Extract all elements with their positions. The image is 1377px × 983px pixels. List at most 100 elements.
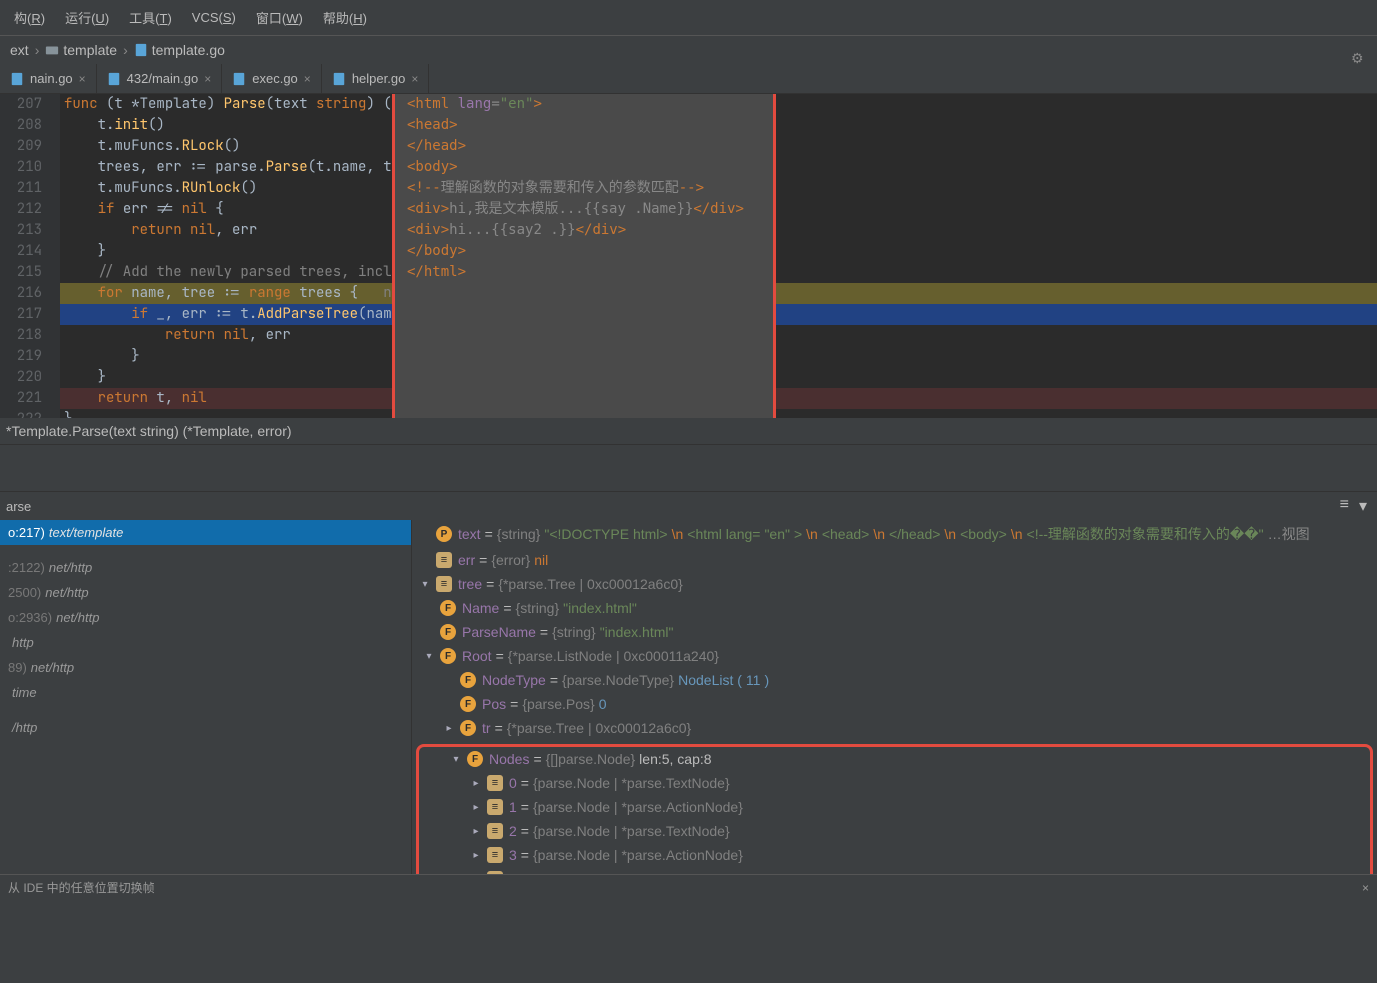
stack-frame[interactable]: 89) net/http [0,655,411,680]
close-icon[interactable]: × [204,72,211,86]
param-badge-icon: P [436,526,452,542]
chevron-down-icon[interactable]: ▾ [422,651,436,662]
line-number[interactable]: 221 [0,388,42,409]
line-number[interactable]: 210 [0,157,42,178]
folder-icon [45,43,59,57]
chevron-right-icon[interactable]: ▸ [469,850,483,861]
menu-vcs[interactable]: VCS(S) [182,4,246,31]
chevron-right-icon[interactable]: ▸ [469,778,483,789]
field-badge-icon: ≡ [436,552,452,568]
line-number[interactable]: 217 [0,304,42,325]
stack-frame[interactable]: o:217) text/template [0,520,411,545]
field-badge-icon: F [460,720,476,736]
var-name-field[interactable]: F Name = {string} "index.html" [412,596,1377,620]
menu-window[interactable]: 窗口(W) [246,2,313,33]
code-editor[interactable]: 2072082092102112122132142152162172182192… [0,94,1377,418]
element-badge-icon: ≡ [487,871,503,874]
var-tree[interactable]: ▾ ≡ tree = {*parse.Tree | 0xc00012a6c0} [412,572,1377,596]
filter-icon[interactable]: ≡ [1340,496,1349,516]
line-number[interactable]: 222 [0,409,42,418]
tab-exec[interactable]: exec.go × [222,64,322,93]
line-number[interactable]: 213 [0,220,42,241]
close-icon[interactable]: × [304,72,311,86]
line-number[interactable]: 218 [0,325,42,346]
menu-refactor[interactable]: 构(R) [4,2,55,33]
tab-432-main[interactable]: 432/main.go × [97,64,223,93]
var-nodetype[interactable]: F NodeType = {parse.NodeType} NodeList (… [412,668,1377,692]
chevron-right-icon[interactable]: ▸ [469,826,483,837]
var-node-item[interactable]: ▸ ≡ 2 = {parse.Node | *parse.TextNode} [419,819,1370,843]
line-number[interactable]: 212 [0,199,42,220]
field-badge-icon: F [460,696,476,712]
chevron-right-icon[interactable]: ▸ [469,874,483,875]
status-bar: 从 IDE 中的任意位置切换帧 × [0,874,1377,900]
var-node-item[interactable]: ▸ ≡ 3 = {parse.Node | *parse.ActionNode} [419,843,1370,867]
line-number[interactable]: 211 [0,178,42,199]
close-icon[interactable]: × [411,72,418,86]
chevron-right-icon[interactable]: ▸ [442,723,456,734]
go-file-icon [232,72,246,86]
element-badge-icon: ≡ [487,823,503,839]
var-err[interactable]: ≡ err = {error} nil [412,548,1377,572]
var-node-item[interactable]: ▸ ≡ 1 = {parse.Node | *parse.ActionNode} [419,795,1370,819]
var-root[interactable]: ▾ F Root = {*parse.ListNode | 0xc00011a2… [412,644,1377,668]
gutter[interactable]: 2072082092102112122132142152162172182192… [0,94,60,418]
field-badge-icon: ≡ [436,576,452,592]
tab-main[interactable]: nain.go × [0,64,97,93]
crumb-file[interactable]: template.go [130,42,229,58]
element-badge-icon: ≡ [487,847,503,863]
variables-panel[interactable]: P text = {string} "<!DOCTYPE html>\n<htm… [412,520,1377,874]
var-tr[interactable]: ▸ F tr = {*parse.Tree | 0xc00012a6c0} [412,716,1377,740]
popup-line: </body> [407,241,761,262]
chevron-down-icon[interactable]: ▾ [418,579,432,590]
debug-tool-header: arse ≡ ▾ [0,492,1377,520]
var-node-item[interactable]: ▸ ≡ 0 = {parse.Node | *parse.TextNode} [419,771,1370,795]
popup-line: </html> [407,262,761,283]
chevron-right-icon[interactable]: ▸ [469,802,483,813]
stack-frame[interactable]: :2122) net/http [0,555,411,580]
line-number[interactable]: 216 [0,283,42,304]
field-badge-icon: F [440,600,456,616]
stack-frame[interactable]: http [0,630,411,655]
stack-frame[interactable] [0,705,411,715]
debug-panels: o:217) text/template :2122) net/http2500… [0,520,1377,874]
close-icon[interactable]: × [1362,881,1369,895]
frames-panel[interactable]: o:217) text/template :2122) net/http2500… [0,520,412,874]
line-number[interactable]: 214 [0,241,42,262]
line-number[interactable]: 219 [0,346,42,367]
line-number[interactable]: 215 [0,262,42,283]
popup-line: <div>hi...{{say2 .}}</div> [407,220,761,241]
go-file-icon [107,72,121,86]
line-number[interactable]: 208 [0,115,42,136]
crumb-folder[interactable]: template [41,42,121,58]
var-node-item[interactable]: ▸ ≡ 4 = {parse.Node | *parse.TextNode} [419,867,1370,874]
popup-line: </head> [407,136,761,157]
tab-helper[interactable]: helper.go × [322,64,430,93]
debug-tab-label[interactable]: arse [6,499,31,514]
line-number[interactable]: 207 [0,94,42,115]
var-text[interactable]: P text = {string} "<!DOCTYPE html>\n<htm… [412,520,1377,548]
stack-frame[interactable]: time [0,680,411,705]
nodes-highlight-box: ▾ F Nodes = {[]parse.Node} len:5, cap:8 … [416,744,1373,874]
var-nodes[interactable]: ▾ F Nodes = {[]parse.Node} len:5, cap:8 [419,747,1370,771]
line-number[interactable]: 220 [0,367,42,388]
var-pos[interactable]: F Pos = {parse.Pos} 0 [412,692,1377,716]
close-icon[interactable]: × [79,72,86,86]
gear-icon[interactable]: ⚙ [1351,50,1371,70]
menu-run[interactable]: 运行(U) [55,2,119,33]
separator-bar [0,444,1377,492]
editor-area: 2072082092102112122132142152162172182192… [0,94,1377,418]
crumb-root[interactable]: ext [6,42,33,58]
stack-frame[interactable]: /http [0,715,411,740]
menu-help[interactable]: 帮助(H) [313,2,377,33]
chevron-down-icon[interactable]: ▾ [449,754,463,765]
stack-frame[interactable] [0,545,411,555]
menu-tools[interactable]: 工具(T) [119,2,182,33]
popup-line: <head> [407,115,761,136]
stack-frame[interactable]: o:2936) net/http [0,605,411,630]
stack-frame[interactable]: 2500) net/http [0,580,411,605]
line-number[interactable]: 209 [0,136,42,157]
chevron-down-icon[interactable]: ▾ [1359,496,1367,516]
popup-line: <div>hi,我是文本模版...{{say .Name}}</div> [407,199,761,220]
var-parsename[interactable]: F ParseName = {string} "index.html" [412,620,1377,644]
